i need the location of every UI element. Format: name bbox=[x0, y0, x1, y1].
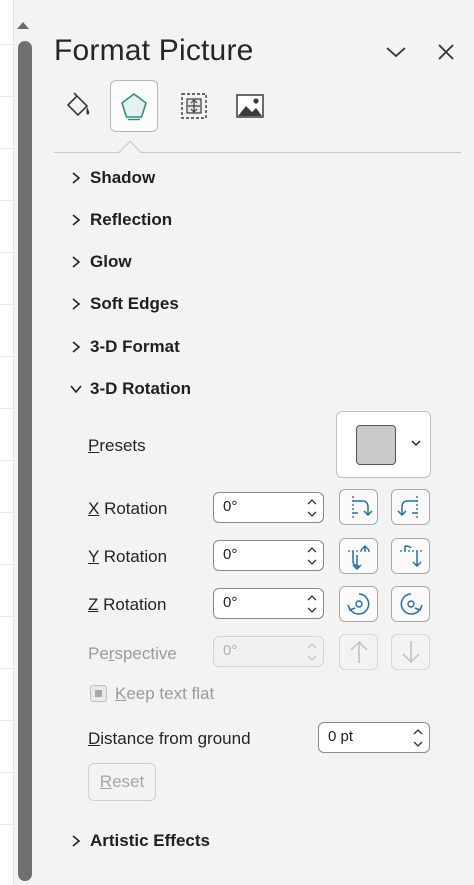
spin-arrows-icon[interactable] bbox=[306, 496, 318, 520]
z-rotation-right-button[interactable] bbox=[391, 586, 430, 622]
y-rotation-up-button[interactable] bbox=[339, 538, 378, 574]
paint-bucket-icon bbox=[66, 92, 90, 117]
section-label: Soft Edges bbox=[90, 294, 179, 313]
y-rotation-label: Y Rotation bbox=[88, 547, 168, 566]
section-soft-edges[interactable]: Soft Edges bbox=[68, 289, 179, 319]
distance-value: 0 pt bbox=[328, 728, 354, 745]
section-label: Glow bbox=[90, 252, 132, 271]
rotate-left-icon bbox=[351, 496, 373, 518]
z-rotation-left-button[interactable] bbox=[339, 586, 378, 622]
scrollbar-thumb[interactable] bbox=[18, 41, 32, 881]
tab-size-properties[interactable] bbox=[170, 80, 218, 132]
presets-dropdown[interactable] bbox=[336, 411, 431, 478]
spin-arrows-icon[interactable] bbox=[306, 592, 318, 616]
chevron-down-icon bbox=[68, 384, 84, 394]
chevron-right-icon bbox=[68, 834, 84, 848]
arrow-down-icon bbox=[401, 641, 420, 664]
perspective-value: 0° bbox=[223, 642, 238, 659]
y-rotation-input[interactable]: 0° bbox=[213, 540, 324, 571]
section-reflection[interactable]: Reflection bbox=[68, 205, 172, 235]
z-rotation-input[interactable]: 0° bbox=[213, 588, 324, 619]
z-rotation-value: 0° bbox=[223, 594, 238, 611]
distance-from-ground-label: Distance from ground bbox=[88, 729, 251, 748]
format-picture-pane: Format Picture Shadow Reflection Glow So… bbox=[36, 0, 474, 885]
rotate-right-icon bbox=[396, 496, 418, 518]
x-rotation-value: 0° bbox=[223, 498, 238, 515]
perspective-increase-button[interactable] bbox=[339, 634, 378, 670]
section-label: 3-D Rotation bbox=[90, 379, 192, 398]
chevron-right-icon bbox=[68, 340, 84, 354]
pentagon-icon bbox=[121, 93, 147, 121]
perspective-decrease-button[interactable] bbox=[391, 634, 430, 670]
section-label: Shadow bbox=[90, 168, 156, 187]
section-artistic-effects[interactable]: Artistic Effects bbox=[68, 826, 210, 856]
chevron-down-icon bbox=[411, 440, 421, 447]
chevron-right-icon bbox=[68, 171, 84, 185]
chevron-right-icon bbox=[68, 297, 84, 311]
spin-arrows-icon[interactable] bbox=[306, 640, 318, 664]
section-3d-format[interactable]: 3-D Format bbox=[68, 332, 180, 362]
checkbox-indeterminate-mark bbox=[95, 690, 102, 697]
section-label: Reflection bbox=[90, 210, 173, 229]
spin-arrows-icon[interactable] bbox=[306, 544, 318, 568]
section-glow[interactable]: Glow bbox=[68, 247, 132, 277]
active-tab-pointer bbox=[118, 140, 142, 164]
pane-title: Format Picture bbox=[54, 34, 254, 67]
section-shadow[interactable]: Shadow bbox=[68, 163, 155, 193]
keep-text-flat-label: Keep text flat bbox=[115, 684, 215, 703]
tab-fill-line[interactable] bbox=[54, 80, 102, 132]
size-properties-icon bbox=[181, 93, 207, 119]
x-rotation-right-button[interactable] bbox=[391, 489, 430, 525]
presets-label: Presets bbox=[88, 436, 146, 455]
arrow-up-icon bbox=[349, 640, 368, 663]
y-rotation-down-button[interactable] bbox=[391, 538, 430, 574]
y-rotation-value: 0° bbox=[223, 546, 238, 563]
tab-effects[interactable] bbox=[110, 80, 158, 132]
x-rotation-left-button[interactable] bbox=[339, 489, 378, 525]
x-rotation-label: X Rotation bbox=[88, 499, 168, 518]
tab-picture[interactable] bbox=[226, 80, 274, 132]
rotate-up-icon bbox=[347, 544, 370, 570]
rotate-clockwise-icon bbox=[400, 593, 423, 615]
close-pane-button[interactable] bbox=[432, 38, 460, 66]
preset-swatch bbox=[356, 425, 396, 465]
rotate-down-icon bbox=[399, 545, 422, 568]
keep-text-flat-checkbox[interactable] bbox=[90, 685, 107, 702]
section-label: 3-D Format bbox=[90, 337, 180, 356]
chevron-right-icon bbox=[68, 255, 84, 269]
reset-button[interactable]: Reset bbox=[88, 763, 156, 801]
close-icon bbox=[438, 44, 454, 60]
rotate-counterclockwise-icon bbox=[346, 593, 369, 615]
spin-arrows-icon[interactable] bbox=[412, 726, 424, 750]
task-pane-options-button[interactable] bbox=[382, 38, 410, 66]
section-label: Artistic Effects bbox=[90, 831, 210, 850]
picture-icon bbox=[236, 94, 264, 118]
perspective-input[interactable]: 0° bbox=[213, 636, 324, 667]
section-3d-rotation[interactable]: 3-D Rotation bbox=[68, 374, 191, 404]
chevron-right-icon bbox=[68, 213, 84, 227]
worksheet-edge bbox=[0, 0, 14, 885]
perspective-label: Perspective bbox=[88, 644, 177, 663]
distance-from-ground-input[interactable]: 0 pt bbox=[318, 722, 430, 753]
tab-divider bbox=[54, 152, 461, 153]
x-rotation-input[interactable]: 0° bbox=[213, 492, 324, 523]
z-rotation-label: Z Rotation bbox=[88, 595, 167, 614]
scroll-up-arrow-icon[interactable] bbox=[17, 22, 29, 29]
chevron-down-icon bbox=[386, 47, 406, 58]
